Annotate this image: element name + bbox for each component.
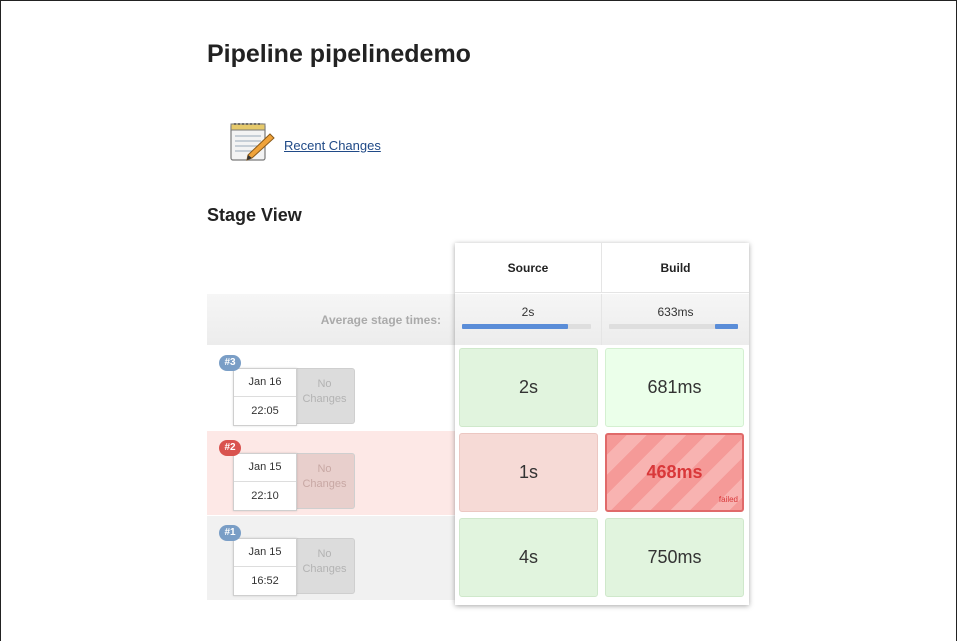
recent-changes-link-group[interactable]: Recent Changes xyxy=(226,116,381,166)
build-date-card[interactable]: Jan 15 22:10 xyxy=(233,453,297,511)
build-row-2: #2 Jan 15 22:10 No Changes xyxy=(207,431,455,515)
average-time-value: 2s xyxy=(521,305,535,319)
stage-cell-source-build-2[interactable]: 1s xyxy=(459,433,598,512)
average-time-value: 633ms xyxy=(657,305,694,319)
changes-line-2: Changes xyxy=(302,563,347,575)
build-date: Jan 15 xyxy=(234,454,296,482)
changes-line-1: No xyxy=(317,378,332,390)
stage-cell-source-build-3[interactable]: 2s xyxy=(459,348,598,427)
build-time: 22:10 xyxy=(251,490,279,502)
average-time-bar-fill xyxy=(714,324,738,329)
stage-cell-build-build-1[interactable]: 750ms xyxy=(605,518,744,597)
changes-box[interactable]: No Changes xyxy=(295,538,355,594)
changes-box[interactable]: No Changes xyxy=(295,368,355,424)
build-number-badge[interactable]: #1 xyxy=(219,525,241,541)
changes-box[interactable]: No Changes xyxy=(295,453,355,509)
recent-changes-link[interactable]: Recent Changes xyxy=(284,138,381,153)
build-date-card[interactable]: Jan 15 16:52 xyxy=(233,538,297,596)
build-time: 16:52 xyxy=(251,575,279,587)
stage-view-title: Stage View xyxy=(207,205,302,225)
average-time-bar xyxy=(462,324,591,329)
build-date: Jan 15 xyxy=(234,539,296,567)
build-number-badge[interactable]: #2 xyxy=(219,440,241,456)
stage-header-source: Source xyxy=(455,243,602,293)
changes-line-1: No xyxy=(317,463,332,475)
average-time-bar-fill xyxy=(462,324,568,329)
build-number-badge[interactable]: #3 xyxy=(219,355,241,371)
build-date: Jan 16 xyxy=(234,369,296,397)
changes-line-2: Changes xyxy=(302,478,347,490)
build-time: 22:05 xyxy=(251,405,279,417)
stage-cell-source-build-1[interactable]: 4s xyxy=(459,518,598,597)
average-time-bar xyxy=(609,324,738,329)
stage-cell-time: 468ms xyxy=(646,462,703,482)
changes-line-2: Changes xyxy=(302,393,347,405)
stage-table: Source Build 2s 633ms 2s 681ms 1s 468ms … xyxy=(455,243,749,605)
build-row-3: #3 Jan 16 22:05 No Changes xyxy=(207,346,455,430)
page-title: Pipeline pipelinedemo xyxy=(207,40,471,68)
build-date-card[interactable]: Jan 16 22:05 xyxy=(233,368,297,426)
stage-cell-build-build-2-failed[interactable]: 468ms failed xyxy=(605,433,744,512)
average-time-source: 2s xyxy=(455,294,602,345)
stage-header-build: Build xyxy=(602,243,749,293)
stage-cell-build-build-3[interactable]: 681ms xyxy=(605,348,744,427)
changes-line-1: No xyxy=(317,548,332,560)
average-time-build: 633ms xyxy=(602,294,749,345)
average-stage-times-label: Average stage times: xyxy=(207,294,455,345)
notepad-pencil-icon xyxy=(230,123,275,161)
failed-label: failed xyxy=(718,495,738,504)
build-row-1: #1 Jan 15 16:52 No Changes xyxy=(207,516,455,600)
